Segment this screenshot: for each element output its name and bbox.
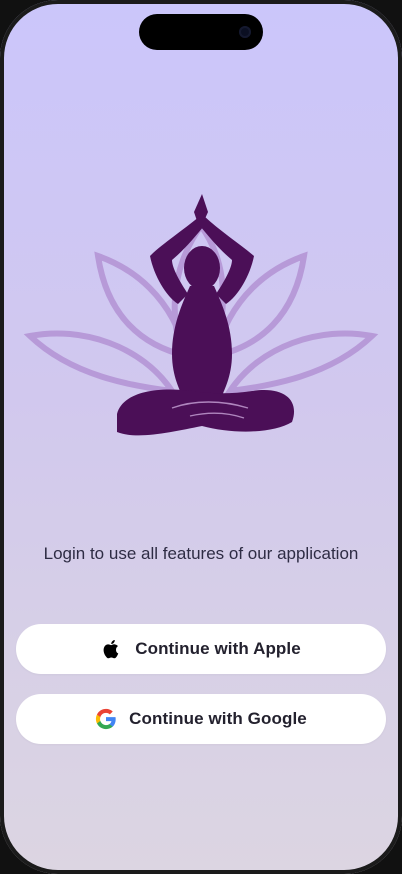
yoga-lotus-logo: [23, 194, 379, 436]
apple-button-label: Continue with Apple: [135, 639, 301, 658]
continue-with-google-button[interactable]: Continue with Google: [16, 694, 386, 744]
apple-icon: [103, 640, 119, 659]
meditating-figure: [117, 194, 295, 436]
login-screen: Login to use all features of our applica…: [0, 0, 402, 874]
google-icon: [96, 708, 116, 730]
front-camera: [239, 26, 251, 38]
device-frame: Login to use all features of our applica…: [0, 0, 402, 874]
dynamic-island: [139, 14, 263, 50]
login-tagline: Login to use all features of our applica…: [43, 544, 359, 563]
continue-with-apple-button[interactable]: Continue with Apple: [16, 624, 386, 674]
google-button-label: Continue with Google: [129, 709, 307, 728]
